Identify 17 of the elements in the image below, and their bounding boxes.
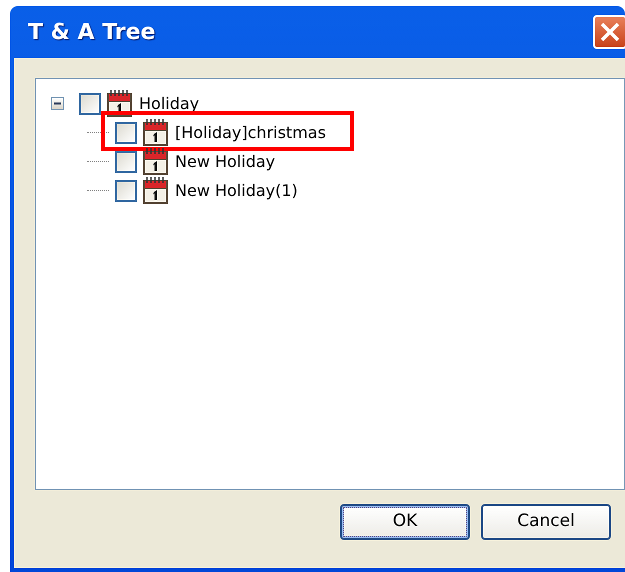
window-title: T & A Tree (28, 18, 156, 46)
calendar-icon (142, 176, 169, 205)
calendar-icon (142, 118, 169, 147)
tree-item-label[interactable]: New Holiday (175, 150, 276, 174)
checkbox[interactable] (79, 92, 101, 114)
checkbox[interactable] (115, 150, 137, 172)
dialog-button[interactable]: OK (340, 504, 470, 540)
close-icon (599, 21, 621, 43)
dialog-button[interactable]: Cancel (481, 504, 611, 540)
checkbox[interactable] (115, 122, 137, 144)
collapse-toggle[interactable] (51, 97, 64, 110)
tree-item-label[interactable]: New Holiday(1) (175, 178, 298, 202)
calendar-icon (142, 147, 169, 176)
close-button[interactable] (593, 15, 625, 49)
checkbox[interactable] (115, 180, 137, 202)
tree-item-label[interactable]: [Holiday]christmas (175, 120, 326, 144)
tree-item-label[interactable]: Holiday (139, 92, 200, 116)
